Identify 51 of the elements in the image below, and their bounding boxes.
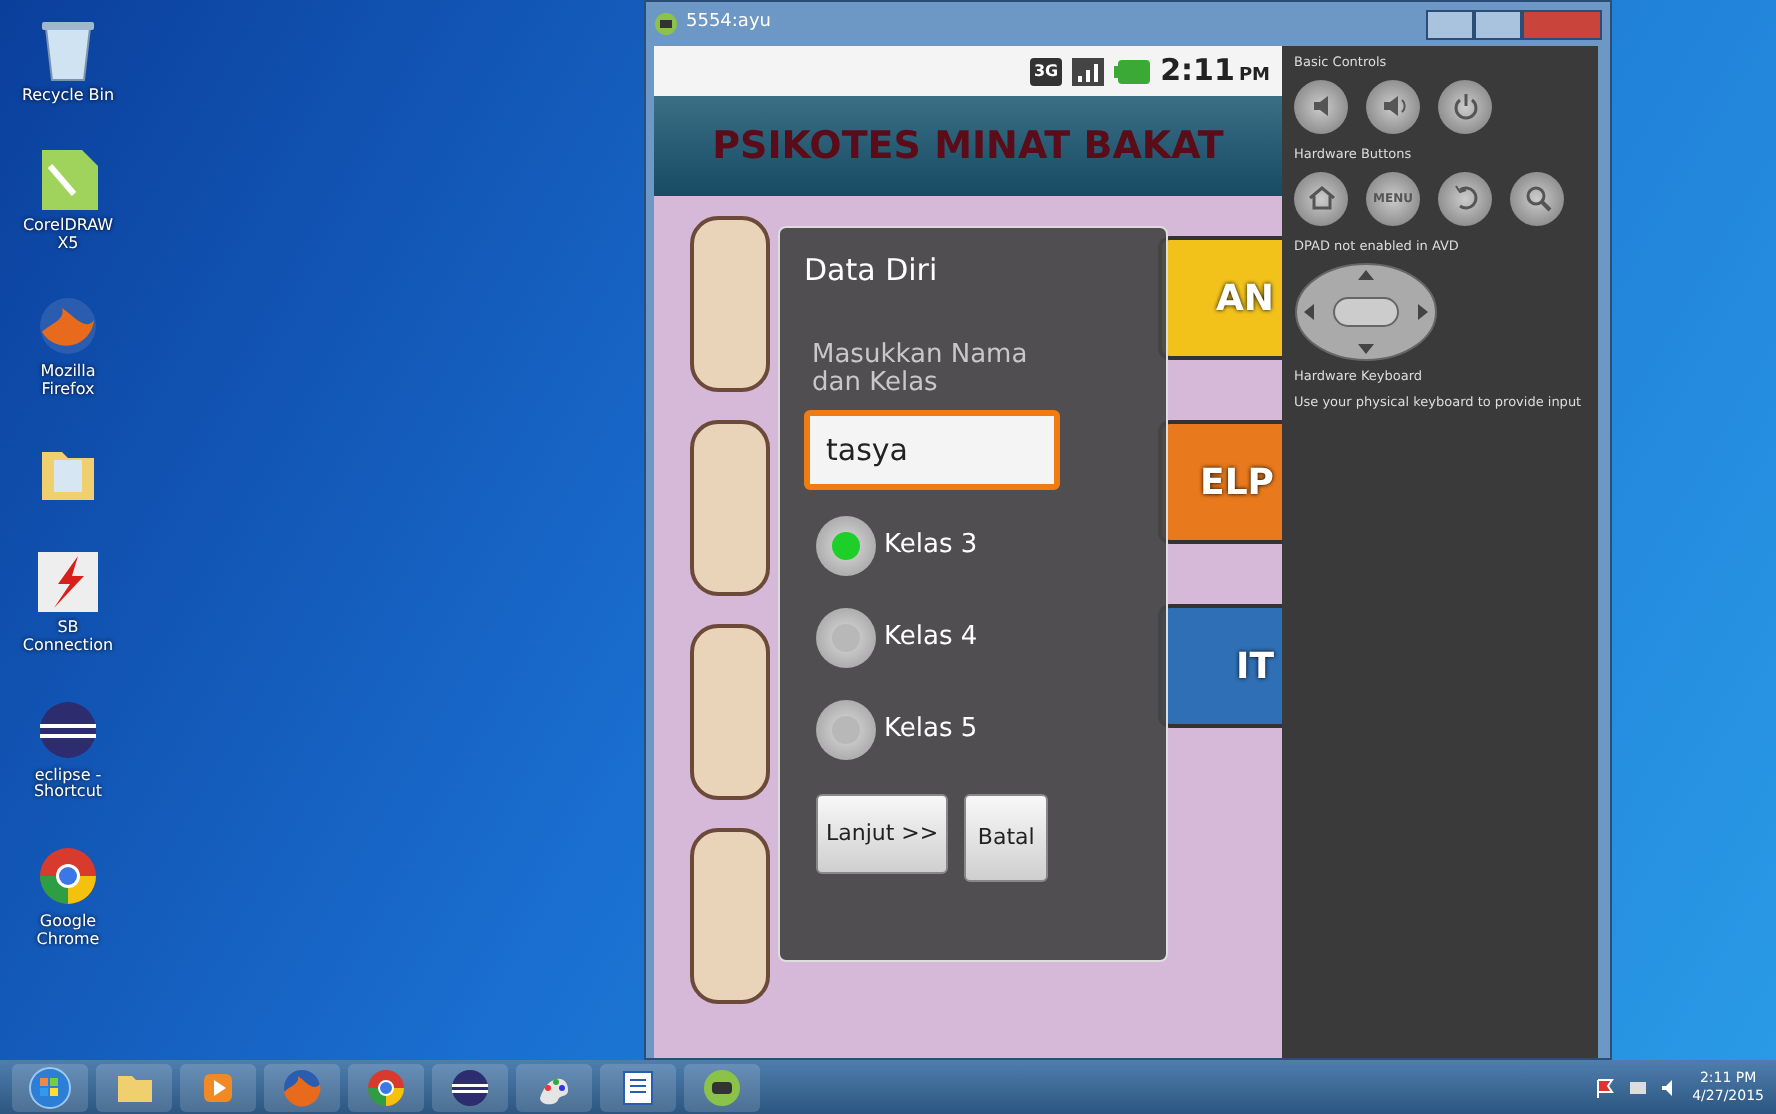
- home-button[interactable]: [1294, 171, 1348, 225]
- cancel-button[interactable]: Batal: [964, 794, 1049, 883]
- taskbar-button[interactable]: [684, 1063, 760, 1111]
- back-icon: [1451, 184, 1479, 212]
- android-icon: [700, 1065, 744, 1109]
- power-button[interactable]: [1438, 79, 1492, 134]
- name-input-field[interactable]: tasya: [804, 410, 1060, 491]
- taskbar-button[interactable]: [600, 1063, 676, 1111]
- dialog-title: Data Diri: [804, 250, 940, 292]
- flag-icon[interactable]: [1596, 1077, 1617, 1097]
- taskbar-button[interactable]: [432, 1063, 508, 1111]
- volume-down-button[interactable]: [1294, 79, 1348, 134]
- icon-label[interactable]: eclipse - Shortcut: [12, 767, 124, 803]
- power-icon: [1451, 92, 1479, 121]
- radio-button[interactable]: [816, 700, 876, 761]
- radio-label[interactable]: Kelas 4: [884, 618, 978, 658]
- minimize-button[interactable]: [1426, 9, 1474, 39]
- icon-label[interactable]: Recycle Bin: [21, 88, 115, 106]
- search-button[interactable]: [1510, 171, 1564, 225]
- icon-label[interactable]: Mozilla Firefox: [12, 364, 124, 400]
- home-icon: [1307, 184, 1335, 212]
- signal-icon: [1072, 57, 1105, 85]
- icon-label[interactable]: Google Chrome: [12, 914, 124, 950]
- globe-icon: [280, 1065, 324, 1109]
- search-icon: [1523, 184, 1551, 212]
- back-button[interactable]: [1438, 171, 1492, 225]
- lightning-icon[interactable]: [34, 547, 102, 616]
- volume-up-icon: [1379, 92, 1407, 121]
- eclipse-icon: [448, 1065, 492, 1109]
- close-button[interactable]: [1522, 9, 1602, 39]
- dpad-icon: [1294, 262, 1438, 363]
- chrome-icon: [364, 1065, 408, 1109]
- android-icon: [654, 12, 678, 36]
- radio-button[interactable]: [816, 608, 876, 669]
- radio-label[interactable]: Kelas 5: [884, 710, 978, 750]
- start-orb-icon: [28, 1065, 72, 1109]
- prompt-text: Masukkan Nama dan Kelas: [812, 341, 1030, 399]
- icon-label[interactable]: CorelDRAW X5: [12, 217, 124, 253]
- clock: 2:11 PM: [1160, 50, 1270, 93]
- network-indicator: 3G: [1029, 57, 1063, 85]
- radio-button[interactable]: [816, 516, 876, 577]
- app-title: PSIKOTES MINAT BAKAT: [712, 121, 1224, 172]
- maximize-button[interactable]: [1474, 9, 1522, 39]
- network-icon[interactable]: [1628, 1077, 1649, 1097]
- radio-label[interactable]: Kelas 3: [884, 526, 978, 566]
- volume-up-button[interactable]: [1366, 79, 1420, 134]
- window-title: 5554:ayu: [686, 10, 771, 37]
- start-button[interactable]: [12, 1063, 88, 1111]
- next-button[interactable]: Lanjut >>: [816, 794, 949, 875]
- battery-icon: [1114, 59, 1151, 83]
- icon-label[interactable]: SB Connection: [12, 619, 124, 656]
